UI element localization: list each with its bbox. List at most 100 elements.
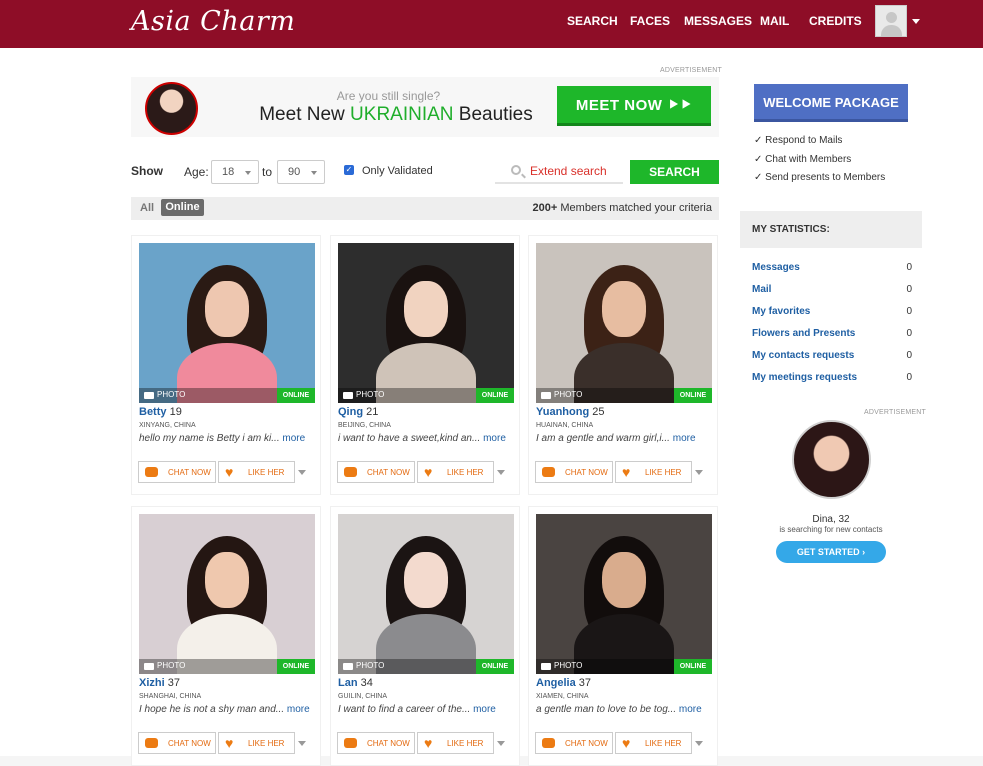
chat-now-button[interactable]: CHAT NOW — [138, 732, 216, 754]
site-logo[interactable]: Asia Charm — [131, 6, 295, 37]
stat-row-flowers[interactable]: Flowers and Presents 0 — [752, 328, 912, 339]
to-label: to — [262, 165, 273, 179]
promo-avatar[interactable] — [792, 420, 871, 499]
tab-online[interactable]: Online — [161, 199, 204, 216]
like-her-button[interactable]: ♥ LIKE HER — [417, 732, 494, 754]
card-menu-caret-icon[interactable] — [298, 741, 306, 746]
like-her-button[interactable]: ♥ LIKE HER — [615, 461, 692, 483]
statistics-panel: MY STATISTICS: Messages 0 Mail 0 My favori… — [740, 211, 922, 396]
card-menu-caret-icon[interactable] — [497, 470, 505, 475]
get-started-button[interactable]: GET STARTED › — [776, 541, 886, 563]
more-link[interactable]: more — [282, 433, 305, 444]
profile-location: XINYANG, CHINA — [139, 422, 196, 429]
like-her-button[interactable]: ♥ LIKE HER — [417, 461, 494, 483]
profile-card[interactable]: PHOTO ONLINE Betty 19 XINYANG, CHINA hello m… — [131, 235, 321, 495]
benefit-item: ✓ Send presents to Members — [754, 172, 886, 183]
profile-name[interactable]: Angelia 37 — [536, 677, 591, 689]
profile-photo[interactable]: PHOTO ONLINE — [536, 243, 712, 403]
card-menu-caret-icon[interactable] — [497, 741, 505, 746]
profile-name[interactable]: Xizhi 37 — [139, 677, 180, 689]
stat-row-contacts[interactable]: My contacts requests 0 — [752, 350, 912, 361]
heart-icon: ♥ — [424, 735, 433, 751]
age-label: Age: — [184, 165, 209, 179]
chat-now-button[interactable]: CHAT NOW — [535, 732, 613, 754]
card-menu-caret-icon[interactable] — [695, 470, 703, 475]
stat-row-meetings[interactable]: My meetings requests 0 — [752, 372, 912, 383]
camera-icon — [541, 392, 551, 399]
stat-row-messages[interactable]: Messages 0 — [752, 262, 912, 273]
chat-bubble-icon — [145, 738, 158, 748]
online-badge: ONLINE — [476, 659, 514, 674]
camera-icon — [144, 392, 154, 399]
nav-messages[interactable]: MESSAGES — [684, 14, 752, 28]
welcome-package-button[interactable]: WELCOME PACKAGE — [754, 84, 908, 122]
only-validated-label: Only Validated — [362, 165, 433, 177]
profile-name[interactable]: Lan 34 — [338, 677, 373, 689]
more-link[interactable]: more — [679, 704, 702, 715]
card-menu-caret-icon[interactable] — [298, 470, 306, 475]
camera-icon — [343, 392, 353, 399]
nav-mail[interactable]: MAIL — [760, 14, 789, 28]
profile-location: XIAMEN, CHINA — [536, 693, 589, 700]
profile-card[interactable]: PHOTO ONLINE Xizhi 37 SHANGHAI, CHINA I hope… — [131, 506, 321, 766]
chat-bubble-icon — [542, 738, 555, 748]
online-badge: ONLINE — [674, 659, 712, 674]
profile-card[interactable]: PHOTO ONLINE Angelia 37 XIAMEN, CHINA a gent… — [528, 506, 718, 766]
profile-bio: i want to have a sweet,kind an... more — [338, 433, 506, 444]
promo-card[interactable]: Dina, 32 is searching for new contacts G… — [740, 420, 922, 572]
top-navigation-bar: Asia Charm SEARCH FACES MESSAGES MAIL CR… — [0, 0, 983, 48]
benefit-item: ✓ Respond to Mails — [754, 135, 843, 146]
profile-photo[interactable]: PHOTO ONLINE — [338, 514, 514, 674]
more-link[interactable]: more — [483, 433, 506, 444]
like-her-button[interactable]: ♥ LIKE HER — [615, 732, 692, 754]
account-dropdown-caret-icon[interactable] — [912, 19, 920, 24]
chat-now-button[interactable]: CHAT NOW — [337, 732, 415, 754]
ad-banner[interactable]: Are you still single? Meet New UKRAINIAN… — [131, 77, 719, 137]
camera-icon — [144, 663, 154, 670]
stat-row-mail[interactable]: Mail 0 — [752, 284, 912, 295]
filter-tabs-bar: All Online 200+ Members matched your cri… — [131, 197, 719, 220]
more-link[interactable]: more — [287, 704, 310, 715]
benefit-item: ✓ Chat with Members — [754, 154, 852, 165]
only-validated-checkbox[interactable]: ✓ — [344, 165, 354, 175]
search-button[interactable]: SEARCH — [630, 160, 719, 184]
profile-bio: I want to find a career of the... more — [338, 704, 496, 715]
card-menu-caret-icon[interactable] — [695, 741, 703, 746]
profile-photo[interactable]: PHOTO ONLINE — [139, 243, 315, 403]
profile-name[interactable]: Yuanhong 25 — [536, 406, 604, 418]
camera-icon — [343, 663, 353, 670]
chat-now-button[interactable]: CHAT NOW — [535, 461, 613, 483]
show-label: Show — [131, 164, 163, 178]
tab-all[interactable]: All — [140, 202, 154, 214]
advertisement-label: ADVERTISEMENT — [660, 67, 722, 74]
chat-now-button[interactable]: CHAT NOW — [337, 461, 415, 483]
profile-location: GUILIN, CHINA — [338, 693, 388, 700]
profile-name[interactable]: Qing 21 — [338, 406, 378, 418]
profile-photo[interactable]: PHOTO ONLINE — [338, 243, 514, 403]
profile-name[interactable]: Betty 19 — [139, 406, 182, 418]
stat-row-favorites[interactable]: My favorites 0 — [752, 306, 912, 317]
heart-icon: ♥ — [424, 464, 433, 480]
profile-photo[interactable]: PHOTO ONLINE — [536, 514, 712, 674]
profile-card[interactable]: PHOTO ONLINE Lan 34 GUILIN, CHINA I want to … — [330, 506, 520, 766]
like-her-button[interactable]: ♥ LIKE HER — [218, 732, 295, 754]
age-from-select[interactable]: 18 — [211, 160, 259, 184]
more-link[interactable]: more — [673, 433, 696, 444]
profile-card[interactable]: PHOTO ONLINE Yuanhong 25 HUAINAN, CHINA I am… — [528, 235, 718, 495]
nav-faces[interactable]: FACES — [630, 14, 670, 28]
nav-credits[interactable]: CREDITS — [809, 14, 862, 28]
meet-now-button[interactable]: MEET NOW ⯈⯈ — [557, 86, 711, 126]
profile-card[interactable]: PHOTO ONLINE Qing 21 BEIJING, CHINA i want t… — [330, 235, 520, 495]
more-link[interactable]: more — [473, 704, 496, 715]
online-badge: ONLINE — [476, 388, 514, 403]
chat-now-button[interactable]: CHAT NOW — [138, 461, 216, 483]
profile-photo[interactable]: PHOTO ONLINE — [139, 514, 315, 674]
profile-bio: a gentle man to love to be tog... more — [536, 704, 702, 715]
user-avatar[interactable] — [875, 5, 907, 37]
nav-search[interactable]: SEARCH — [567, 14, 618, 28]
extend-search-button[interactable]: Extend search — [495, 160, 623, 184]
like-her-button[interactable]: ♥ LIKE HER — [218, 461, 295, 483]
chevron-down-icon — [245, 171, 251, 175]
age-to-select[interactable]: 90 — [277, 160, 325, 184]
profile-bio: hello my name is Betty i am ki... more — [139, 433, 306, 444]
